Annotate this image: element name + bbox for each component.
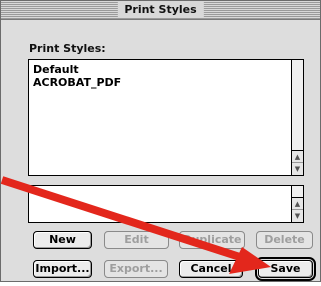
save-button[interactable]: Save: [255, 257, 316, 281]
desc-scroll-down-arrow-icon[interactable]: ▼: [292, 209, 303, 222]
window-title: Print Styles: [117, 2, 204, 18]
duplicate-button[interactable]: Duplicate: [179, 231, 245, 249]
style-description-box: ▲ ▼: [28, 185, 304, 223]
print-styles-dialog: Print Styles Print Styles: Default ACROB…: [0, 0, 321, 282]
export-button[interactable]: Export...: [104, 260, 168, 278]
list-item-default[interactable]: Default: [33, 63, 121, 76]
title-bar[interactable]: Print Styles: [1, 1, 320, 20]
scroll-down-arrow-icon[interactable]: ▼: [292, 162, 303, 175]
delete-button[interactable]: Delete: [256, 231, 313, 249]
list-scrollbar[interactable]: ▲ ▼: [291, 60, 303, 175]
edit-button[interactable]: Edit: [104, 231, 169, 249]
import-button[interactable]: Import...: [33, 260, 92, 278]
description-scrollbar[interactable]: ▲ ▼: [291, 186, 303, 222]
cancel-button[interactable]: Cancel: [179, 260, 243, 278]
print-styles-label: Print Styles:: [29, 42, 106, 55]
list-item-acrobat-pdf[interactable]: ACROBAT_PDF: [33, 76, 121, 89]
new-button[interactable]: New: [33, 231, 92, 249]
print-styles-list[interactable]: Default ACROBAT_PDF ▲ ▼: [28, 59, 304, 176]
